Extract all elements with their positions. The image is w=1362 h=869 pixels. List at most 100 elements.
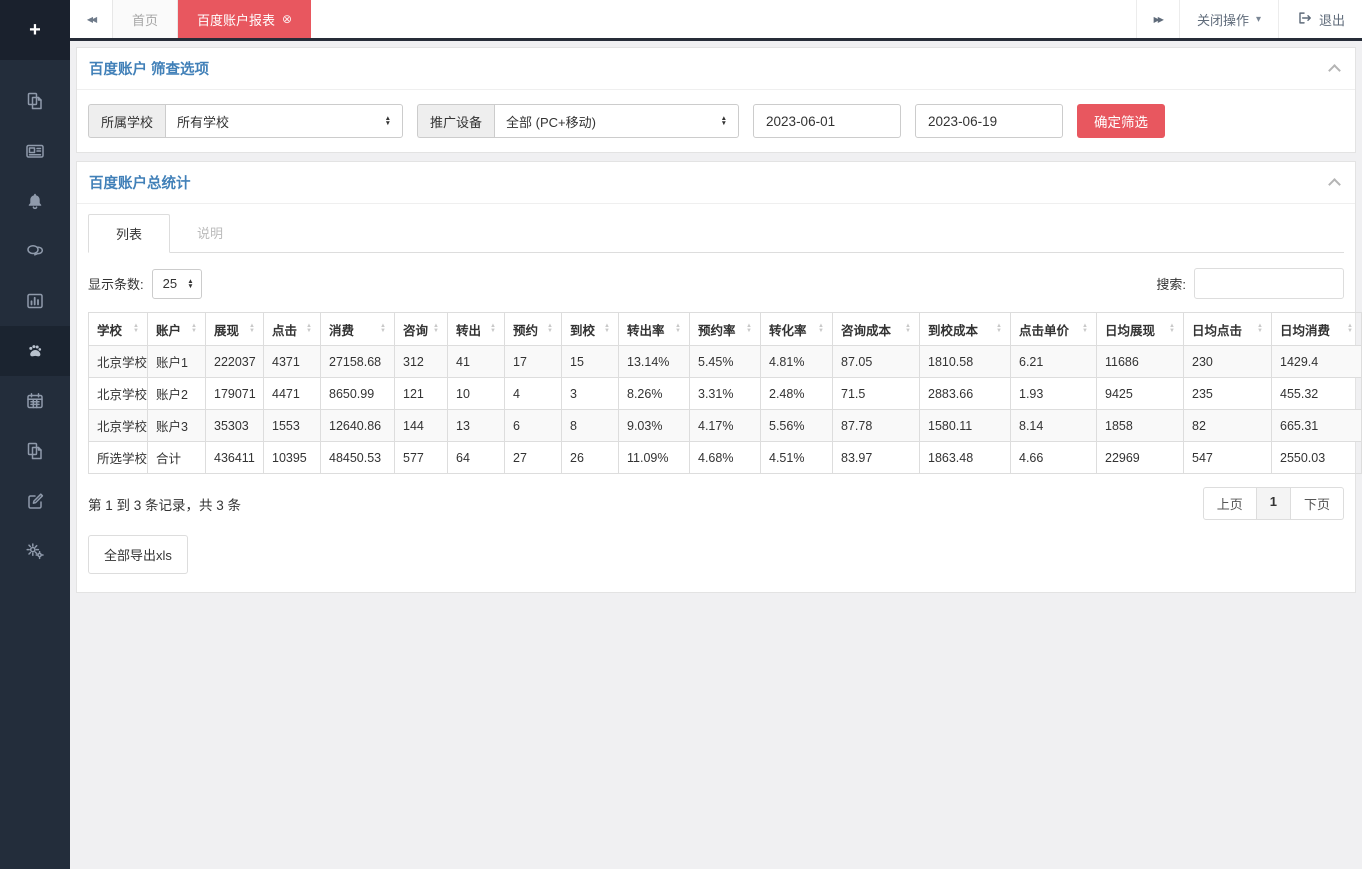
column-header[interactable]: 到校▲▼ <box>562 313 619 346</box>
sidebar-item-calendar[interactable] <box>0 376 70 426</box>
column-header[interactable]: 点击▲▼ <box>264 313 321 346</box>
table-cell: 144 <box>395 410 448 442</box>
logout-button[interactable]: 退出 <box>1278 0 1362 38</box>
column-header[interactable]: 日均点击▲▼ <box>1184 313 1272 346</box>
school-select[interactable]: 所有学校 ▲▼ <box>165 104 403 138</box>
sort-icon[interactable]: ▲▼ <box>133 324 139 334</box>
table-cell: 4371 <box>264 346 321 378</box>
sort-icon[interactable]: ▲▼ <box>996 324 1002 334</box>
column-header[interactable]: 日均消费▲▼ <box>1272 313 1362 346</box>
sort-icon[interactable]: ▲▼ <box>1347 324 1353 334</box>
table-cell: 222037 <box>206 346 264 378</box>
sort-icon[interactable]: ▲▼ <box>490 324 496 334</box>
collapse-chevron-icon[interactable] <box>1328 64 1341 77</box>
sort-icon[interactable]: ▲▼ <box>249 324 255 334</box>
sidebar-item-edit[interactable] <box>0 476 70 526</box>
device-select[interactable]: 全部 (PC+移动) ▲▼ <box>494 104 739 138</box>
column-header[interactable]: 学校▲▼ <box>89 313 148 346</box>
sort-icon[interactable]: ▲▼ <box>547 324 553 334</box>
close-tab-icon[interactable]: ⊗ <box>282 13 292 25</box>
sort-icon[interactable]: ▲▼ <box>818 324 824 334</box>
tab-home[interactable]: 首页 <box>112 0 178 38</box>
sort-icon[interactable]: ▲▼ <box>675 324 681 334</box>
tab-scroll-right-button[interactable]: ▶▶ <box>1136 0 1179 38</box>
sort-icon[interactable]: ▲▼ <box>1169 324 1175 334</box>
table-cell: 15 <box>562 346 619 378</box>
sort-icon[interactable]: ▲▼ <box>1257 324 1263 334</box>
prev-page-button[interactable]: 上页 <box>1203 487 1257 520</box>
collapse-chevron-icon[interactable] <box>1328 178 1341 191</box>
date-from-input[interactable] <box>753 104 901 138</box>
sidebar-item-notifications[interactable] <box>0 176 70 226</box>
sidebar-item-documents[interactable] <box>0 76 70 126</box>
table-cell: 4.68% <box>690 442 761 474</box>
column-header[interactable]: 账户▲▼ <box>148 313 206 346</box>
table-cell: 2883.66 <box>920 378 1011 410</box>
sort-icon[interactable]: ▲▼ <box>380 324 386 334</box>
tab-scroll-left-button[interactable]: ◀◀ <box>70 0 112 38</box>
main-area: ◀◀ 首页 百度账户报表 ⊗ ▶▶ 关闭操作 ▾ 退出 <box>70 0 1362 869</box>
sidebar-item-files[interactable] <box>0 426 70 476</box>
table-cell: 合计 <box>148 442 206 474</box>
column-header-label: 消费 <box>329 320 354 339</box>
column-header[interactable]: 点击单价▲▼ <box>1011 313 1097 346</box>
tab-list[interactable]: 列表 <box>88 214 170 253</box>
table-cell: 436411 <box>206 442 264 474</box>
column-header[interactable]: 日均展现▲▼ <box>1097 313 1184 346</box>
sort-icon[interactable]: ▲▼ <box>604 324 610 334</box>
device-filter-group: 推广设备 全部 (PC+移动) ▲▼ <box>417 104 739 138</box>
column-header[interactable]: 预约▲▼ <box>505 313 562 346</box>
sidebar-item-news[interactable] <box>0 126 70 176</box>
page-number-button[interactable]: 1 <box>1257 487 1291 520</box>
sort-icon[interactable]: ▲▼ <box>905 324 911 334</box>
column-header[interactable]: 咨询成本▲▼ <box>833 313 920 346</box>
column-header[interactable]: 转出▲▼ <box>448 313 505 346</box>
tab-baidu-report[interactable]: 百度账户报表 ⊗ <box>178 0 311 38</box>
date-to-input[interactable] <box>915 104 1063 138</box>
sort-icon[interactable]: ▲▼ <box>191 324 197 334</box>
double-right-arrow-icon: ▶▶ <box>1154 15 1162 24</box>
column-header[interactable]: 预约率▲▼ <box>690 313 761 346</box>
sort-icon[interactable]: ▲▼ <box>1082 324 1088 334</box>
table-cell: 4.66 <box>1011 442 1097 474</box>
filter-panel-body: 所属学校 所有学校 ▲▼ 推广设备 全部 (PC+移动) ▲▼ 确定筛选 <box>77 90 1355 152</box>
table-cell: 4.17% <box>690 410 761 442</box>
table-cell: 82 <box>1184 410 1272 442</box>
next-page-button[interactable]: 下页 <box>1291 487 1344 520</box>
table-cell: 8650.99 <box>321 378 395 410</box>
table-cell: 83.97 <box>833 442 920 474</box>
table-cell: 35303 <box>206 410 264 442</box>
column-header[interactable]: 咨询▲▼ <box>395 313 448 346</box>
sidebar-item-reports[interactable] <box>0 276 70 326</box>
filter-panel-title: 百度账户 筛查选项 <box>89 58 209 79</box>
device-select-value: 全部 (PC+移动) <box>506 112 596 131</box>
tab-label: 百度账户报表 <box>197 10 275 29</box>
column-header[interactable]: 到校成本▲▼ <box>920 313 1011 346</box>
close-operations-dropdown[interactable]: 关闭操作 ▾ <box>1179 0 1278 38</box>
records-summary: 第 1 到 3 条记录，共 3 条 <box>88 494 241 514</box>
table-cell: 11.09% <box>619 442 690 474</box>
bar-chart-icon <box>25 291 45 311</box>
column-header[interactable]: 转化率 ▲▼ <box>761 313 833 346</box>
table-cell: 230 <box>1184 346 1272 378</box>
search-input[interactable] <box>1194 268 1344 299</box>
sidebar-item-baidu[interactable] <box>0 326 70 376</box>
table-cell: 2.48% <box>761 378 833 410</box>
sidebar-item-settings[interactable] <box>0 526 70 576</box>
column-header[interactable]: 展现▲▼ <box>206 313 264 346</box>
column-header[interactable]: 转出率▲▼ <box>619 313 690 346</box>
table-cell: 10395 <box>264 442 321 474</box>
table-cell: 账户1 <box>148 346 206 378</box>
column-header-label: 转化率 <box>769 320 807 339</box>
sort-icon[interactable]: ▲▼ <box>746 324 752 334</box>
sort-icon[interactable]: ▲▼ <box>306 324 312 334</box>
page-size-select[interactable]: 25 ▲▼ <box>152 269 202 299</box>
sort-icon[interactable]: ▲▼ <box>433 324 439 334</box>
tab-notes[interactable]: 说明 <box>170 214 250 253</box>
table-cell: 账户2 <box>148 378 206 410</box>
column-header[interactable]: 消费 ▲▼ <box>321 313 395 346</box>
sidebar-item-messages[interactable] <box>0 226 70 276</box>
export-xls-button[interactable]: 全部导出xls <box>88 535 188 574</box>
apply-filter-button[interactable]: 确定筛选 <box>1077 104 1165 138</box>
sidebar-add-button[interactable]: + <box>0 0 70 60</box>
